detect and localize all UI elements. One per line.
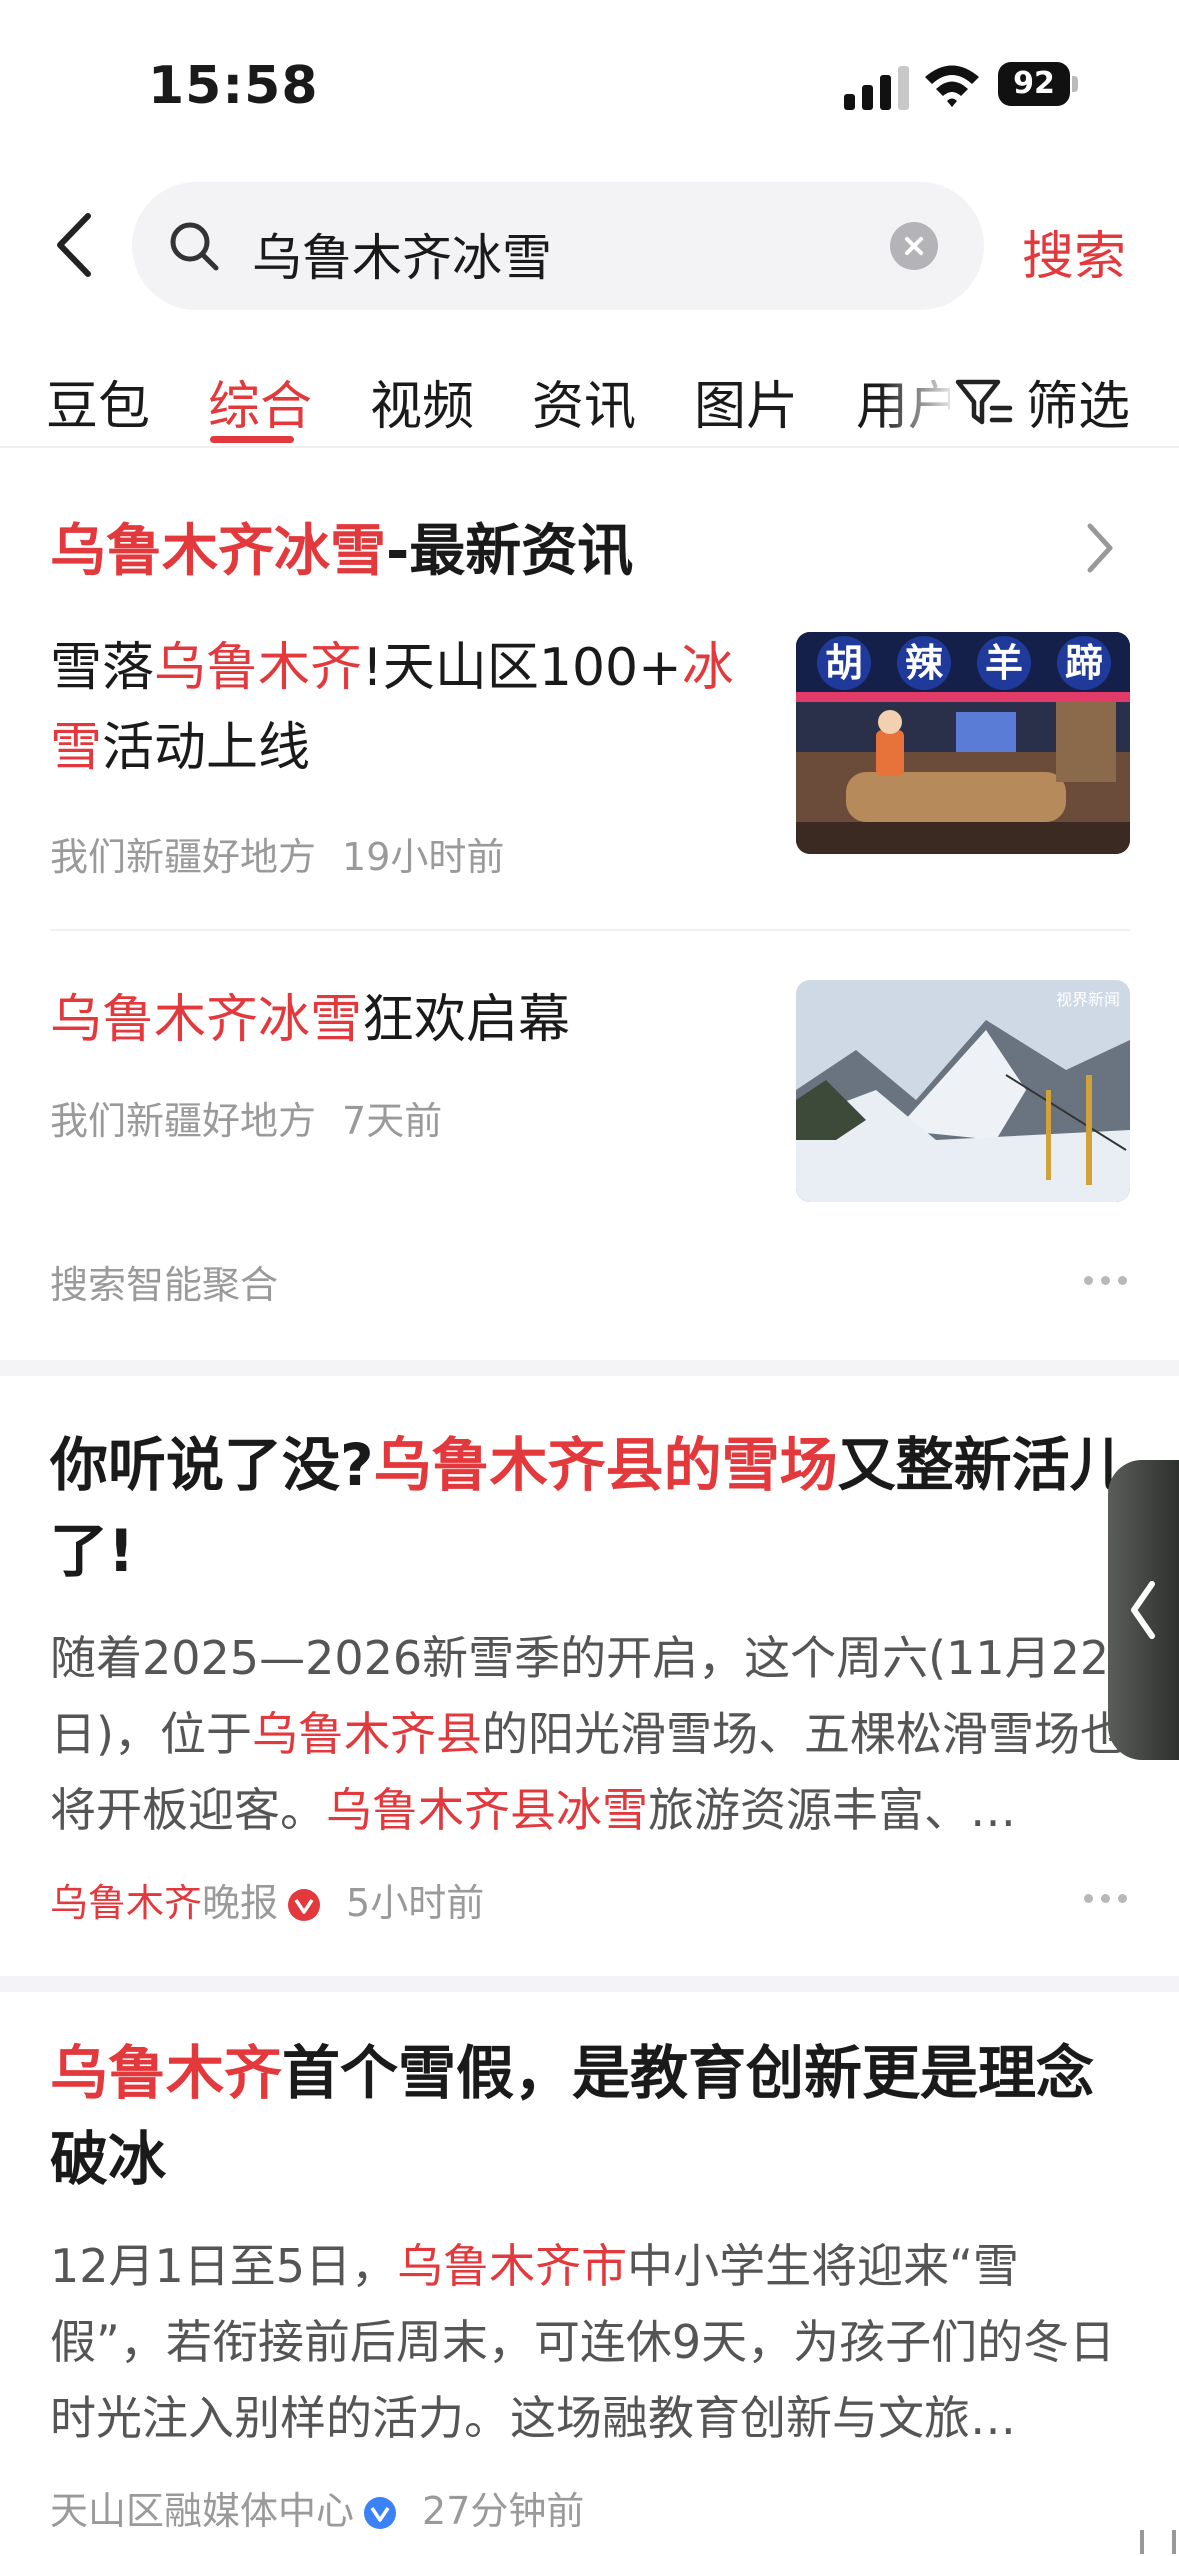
side-drawer-handle[interactable]	[1108, 1460, 1179, 1760]
article-card[interactable]: 乌鲁木齐首个雪假，是教育创新更是理念破冰 12月1日至5日，乌鲁木齐市中小学生将…	[0, 1992, 1179, 2556]
verified-badge-icon	[288, 1889, 321, 1921]
battery-icon: 92	[998, 62, 1078, 106]
article-title[interactable]: 乌鲁木齐首个雪假，是教育创新更是理念破冰	[50, 2030, 1130, 2202]
tab-news[interactable]: 资讯	[532, 364, 636, 439]
news-thumbnail[interactable]: 视界新闻	[796, 980, 1130, 1202]
timestamp: 5小时前	[346, 1881, 485, 1925]
thumb-sign-char: 胡	[817, 636, 871, 690]
more-options-icon[interactable]	[1084, 1276, 1128, 1286]
back-arrow-icon[interactable]	[50, 210, 98, 280]
source-name: 乌鲁木齐	[50, 1881, 203, 1925]
search-query[interactable]: 乌鲁木齐冰雪	[252, 218, 552, 290]
article-summary: 12月1日至5日，乌鲁木齐市中小学生将迎来“雪假”，若衔接前后周末，可连休9天，…	[50, 2239, 1116, 2445]
filter-icon	[955, 379, 1013, 425]
article-title[interactable]: 你听说了没?乌鲁木齐县的雪场又整新活儿了!	[50, 1422, 1130, 1594]
status-time: 15:58	[148, 56, 319, 116]
source-name: 我们新疆好地方	[50, 1099, 317, 1143]
category-tabs: 豆包 综合 视频 资讯 图片 用户 筛选	[0, 350, 1179, 450]
news-thumbnail[interactable]: 胡 辣 羊 蹄	[796, 632, 1130, 854]
search-aggregation-label: 搜索智能聚合	[50, 1263, 279, 1307]
thumb-sign-char: 辣	[897, 636, 951, 690]
thumb-watermark: 视界新闻	[1055, 990, 1120, 1009]
wifi-icon	[925, 65, 979, 107]
cellular-signal-icon	[844, 66, 909, 110]
filter-button[interactable]: 筛选	[950, 350, 1179, 450]
active-tab-indicator	[210, 436, 294, 443]
source-name: 我们新疆好地方	[50, 835, 317, 879]
article-meta: 乌鲁木齐晚报 5小时前	[50, 1881, 485, 1925]
chevron-right-icon[interactable]	[1080, 518, 1120, 578]
scroll-indicator[interactable]	[1140, 2530, 1176, 2554]
source-name: 天山区融媒体中心	[50, 2489, 355, 2533]
news-item-title[interactable]: 乌鲁木齐冰雪狂欢启幕	[50, 980, 750, 1060]
timestamp: 7天前	[342, 1099, 443, 1143]
thumb-sign-char: 蹄	[1057, 636, 1111, 690]
tab-doubao[interactable]: 豆包	[46, 364, 150, 439]
more-options-icon[interactable]	[1084, 1894, 1128, 1904]
status-bar: 15:58 92	[0, 0, 1179, 170]
thumb-sign-char: 羊	[977, 636, 1031, 690]
section-title[interactable]: 乌鲁木齐冰雪-最新资讯	[50, 506, 633, 587]
chevron-left-icon	[1131, 1581, 1155, 1639]
article-summary: 随着2025—2026新雪季的开启，这个周六(11月22日)，位于乌鲁木齐县的阳…	[50, 1631, 1126, 1837]
article-card[interactable]: 你听说了没?乌鲁木齐县的雪场又整新活儿了! 随着2025—2026新雪季的开启，…	[0, 1376, 1179, 1976]
article-meta: 天山区融媒体中心 27分钟前	[50, 2480, 584, 2535]
clear-icon[interactable]	[890, 222, 938, 270]
filter-label: 筛选	[1026, 377, 1131, 437]
timestamp: 27分钟前	[422, 2489, 585, 2533]
tab-comprehensive[interactable]: 综合	[208, 364, 312, 439]
search-button[interactable]: 搜索	[1022, 214, 1126, 289]
latest-news-card: 乌鲁木齐冰雪-最新资讯 雪落乌鲁木齐!天山区100+冰雪活动上线 我们新疆好地方…	[0, 450, 1179, 1356]
tab-images[interactable]: 图片	[694, 364, 798, 439]
search-icon	[170, 222, 219, 271]
news-item-meta: 我们新疆好地方 19小时前	[50, 826, 504, 881]
verified-badge-icon	[364, 2497, 397, 2529]
battery-level: 92	[998, 62, 1070, 106]
news-item-meta: 我们新疆好地方 7天前	[50, 1090, 442, 1145]
news-item-title[interactable]: 雪落乌鲁木齐!天山区100+冰雪活动上线	[50, 628, 750, 788]
timestamp: 19小时前	[342, 835, 505, 879]
search-input[interactable]: 乌鲁木齐冰雪	[132, 182, 984, 310]
tab-video[interactable]: 视频	[370, 364, 474, 439]
